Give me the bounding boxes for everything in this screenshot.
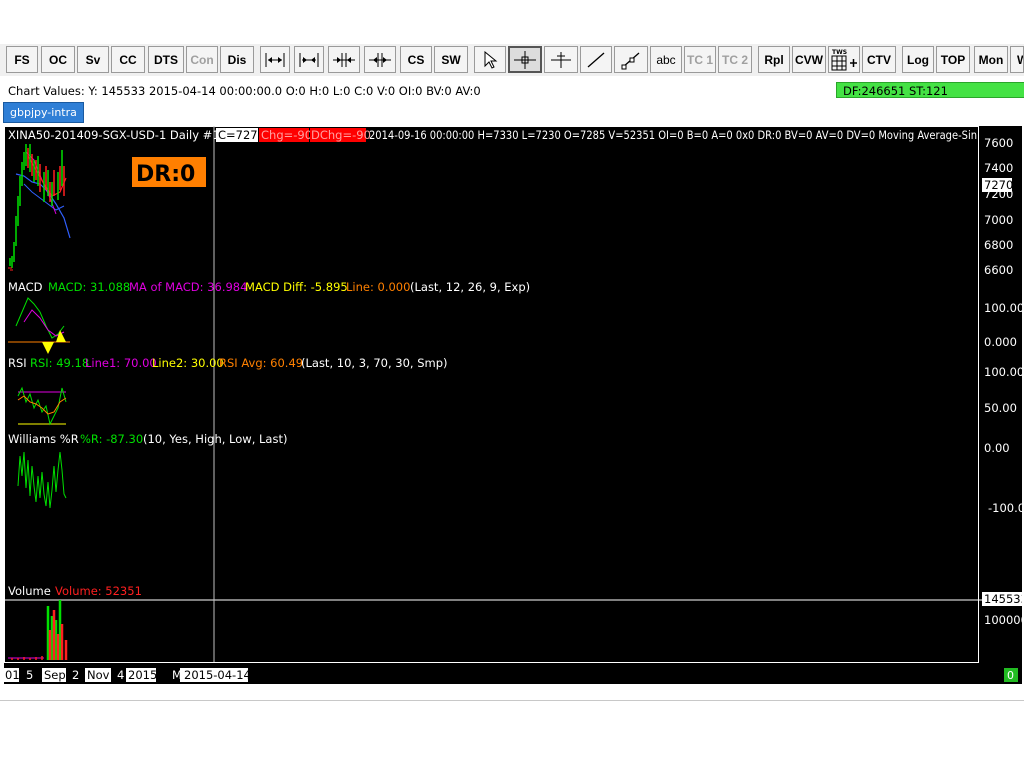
- zoom-in-icon[interactable]: [328, 46, 360, 73]
- rsi-axis-label: 100.00: [984, 365, 1022, 379]
- williams-legend: Williams %R %R: -87.30 (10, Yes, High, L…: [8, 432, 287, 446]
- chart-symbol-header: XINA50-201409-SGX-USD-1 Daily #183: [8, 128, 234, 142]
- rsi-value: RSI: 49.18: [30, 356, 89, 370]
- trendline-icon[interactable]: [580, 46, 612, 73]
- macd-legend: MACD MACD: 31.088 MA of MACD: 36.984 MAC…: [8, 280, 530, 294]
- date-axis-label: 2: [72, 668, 79, 682]
- date-axis-label: 5: [26, 668, 33, 682]
- price-axis-label: 7600: [984, 136, 1013, 150]
- cross-cursor-icon[interactable]: [544, 46, 578, 73]
- top-button[interactable]: TOP: [936, 46, 970, 73]
- date-axis-label: 2015: [128, 668, 157, 682]
- toolbar: FS OC Sv CC DTS Con Dis CS SW abc TC 1 T…: [0, 44, 1024, 76]
- crosshair-icon[interactable]: [508, 46, 542, 73]
- price-marker: 7270: [984, 178, 1013, 192]
- dts-button[interactable]: DTS: [148, 46, 184, 73]
- text-tool-button[interactable]: abc: [650, 46, 682, 73]
- rsi-plot: [17, 386, 67, 426]
- sw-button[interactable]: SW: [434, 46, 468, 73]
- corner-indicator-text: 0: [1007, 669, 1014, 682]
- ctv-button[interactable]: CTV: [862, 46, 896, 73]
- chart-values-text: Chart Values: Y: 145533 2015-04-14 00:00…: [8, 84, 481, 98]
- tab-strip: gbpjpy-intra: [0, 100, 1024, 123]
- williams-params: (10, Yes, High, Low, Last): [143, 432, 287, 446]
- bottom-separator: [0, 700, 1024, 701]
- macd-plot: [8, 297, 70, 354]
- cvw-button[interactable]: CVW: [792, 46, 826, 73]
- zoom-out-icon[interactable]: [364, 46, 396, 73]
- volume-legend: Volume Volume: 52351: [8, 584, 142, 598]
- w-button[interactable]: W: [1010, 46, 1024, 73]
- tab-gbpjpy-intra[interactable]: gbpjpy-intra: [3, 102, 84, 123]
- close-value: C=7270: [218, 128, 265, 142]
- macd-ma-value: MA of MACD: 36.984: [129, 280, 247, 294]
- log-button[interactable]: Log: [902, 46, 934, 73]
- cs-button[interactable]: CS: [400, 46, 432, 73]
- macd-axis-label: 0.000: [984, 335, 1017, 349]
- macd-value: MACD: 31.088: [48, 280, 130, 294]
- price-axis-label: 7400: [984, 161, 1013, 175]
- williams-axis-label: 0.00: [984, 441, 1010, 455]
- volume-marker: 145533: [984, 592, 1022, 606]
- chart-area[interactable]: XINA50-201409-SGX-USD-1 Daily #183 C=727…: [4, 126, 1022, 684]
- fs-button[interactable]: FS: [6, 46, 38, 73]
- df-status-box: DF:246651 ST:121: [836, 82, 1024, 98]
- volume-value: Volume: 52351: [55, 584, 142, 598]
- dchg-value: DChg=-90: [311, 128, 371, 142]
- chart-svg[interactable]: XINA50-201409-SGX-USD-1 Daily #183 C=727…: [4, 126, 1022, 684]
- chart-values-bar: Chart Values: Y: 145533 2015-04-14 00:00…: [4, 82, 1024, 100]
- macd-diff-value: MACD Diff: -5.895: [245, 280, 348, 294]
- cc-button[interactable]: CC: [111, 46, 145, 73]
- sv-button[interactable]: Sv: [77, 46, 109, 73]
- con-button[interactable]: Con: [186, 46, 218, 73]
- tc2-button[interactable]: TC 2: [718, 46, 752, 73]
- williams-label: Williams %R: [8, 432, 79, 446]
- header-details: 2014-09-16 00:00:00 H=7330 L=7230 O=7285…: [369, 128, 977, 142]
- rsi-label: RSI: [8, 356, 27, 370]
- price-plot: [8, 144, 71, 271]
- tws-icon-text: TWS: [832, 49, 847, 56]
- mon-button[interactable]: Mon: [974, 46, 1008, 73]
- rsi-line1-value: Line1: 70.00: [85, 356, 157, 370]
- macd-line-value: Line: 0.000: [346, 280, 410, 294]
- macd-label: MACD: [8, 280, 43, 294]
- rsi-params: (Last, 10, 3, 70, 30, Smp): [301, 356, 448, 370]
- chg-value: Chg=-90: [261, 128, 312, 142]
- date-axis-label: 014: [5, 668, 27, 682]
- rsi-legend: RSI RSI: 49.18 Line1: 70.00 Line2: 30.00…: [8, 356, 448, 370]
- williams-axis-mask: [979, 512, 1022, 532]
- rpl-button[interactable]: Rpl: [758, 46, 790, 73]
- rsi-axis-label: 50.00: [984, 401, 1017, 415]
- segment-line-icon[interactable]: [614, 46, 648, 73]
- date-axis-label: 4: [117, 668, 124, 682]
- macd-axis-label: 100.00: [984, 301, 1022, 315]
- volume-label: Volume: [8, 584, 51, 598]
- compress-horizontal-icon[interactable]: [294, 46, 324, 73]
- pointer-icon[interactable]: [474, 46, 506, 73]
- price-axis-label: 7000: [984, 213, 1013, 227]
- oc-button[interactable]: OC: [41, 46, 75, 73]
- tws-grid-icon[interactable]: TWS: [828, 46, 860, 73]
- expand-horizontal-icon[interactable]: [260, 46, 290, 73]
- volume-plot: [8, 600, 68, 660]
- rsi-line2-value: Line2: 30.00: [152, 356, 224, 370]
- dr-badge-text: DR:0: [136, 162, 195, 187]
- dis-button[interactable]: Dis: [220, 46, 254, 73]
- volume-axis-label: 100000: [984, 613, 1022, 627]
- crosshair-date-label: 2015-04-14: [184, 668, 251, 682]
- macd-params: (Last, 12, 26, 9, Exp): [410, 280, 530, 294]
- price-axis-label: 6600: [984, 263, 1013, 277]
- williams-value: %R: -87.30: [80, 432, 143, 446]
- price-axis-label: 6800: [984, 238, 1013, 252]
- rsi-avg-value: RSI Avg: 60.49: [219, 356, 303, 370]
- williams-plot: [17, 451, 67, 509]
- date-axis-label: Nov: [87, 668, 110, 682]
- tc1-button[interactable]: TC 1: [684, 46, 716, 73]
- plot-frame: [4, 126, 979, 663]
- date-axis-label: Sep: [44, 668, 66, 682]
